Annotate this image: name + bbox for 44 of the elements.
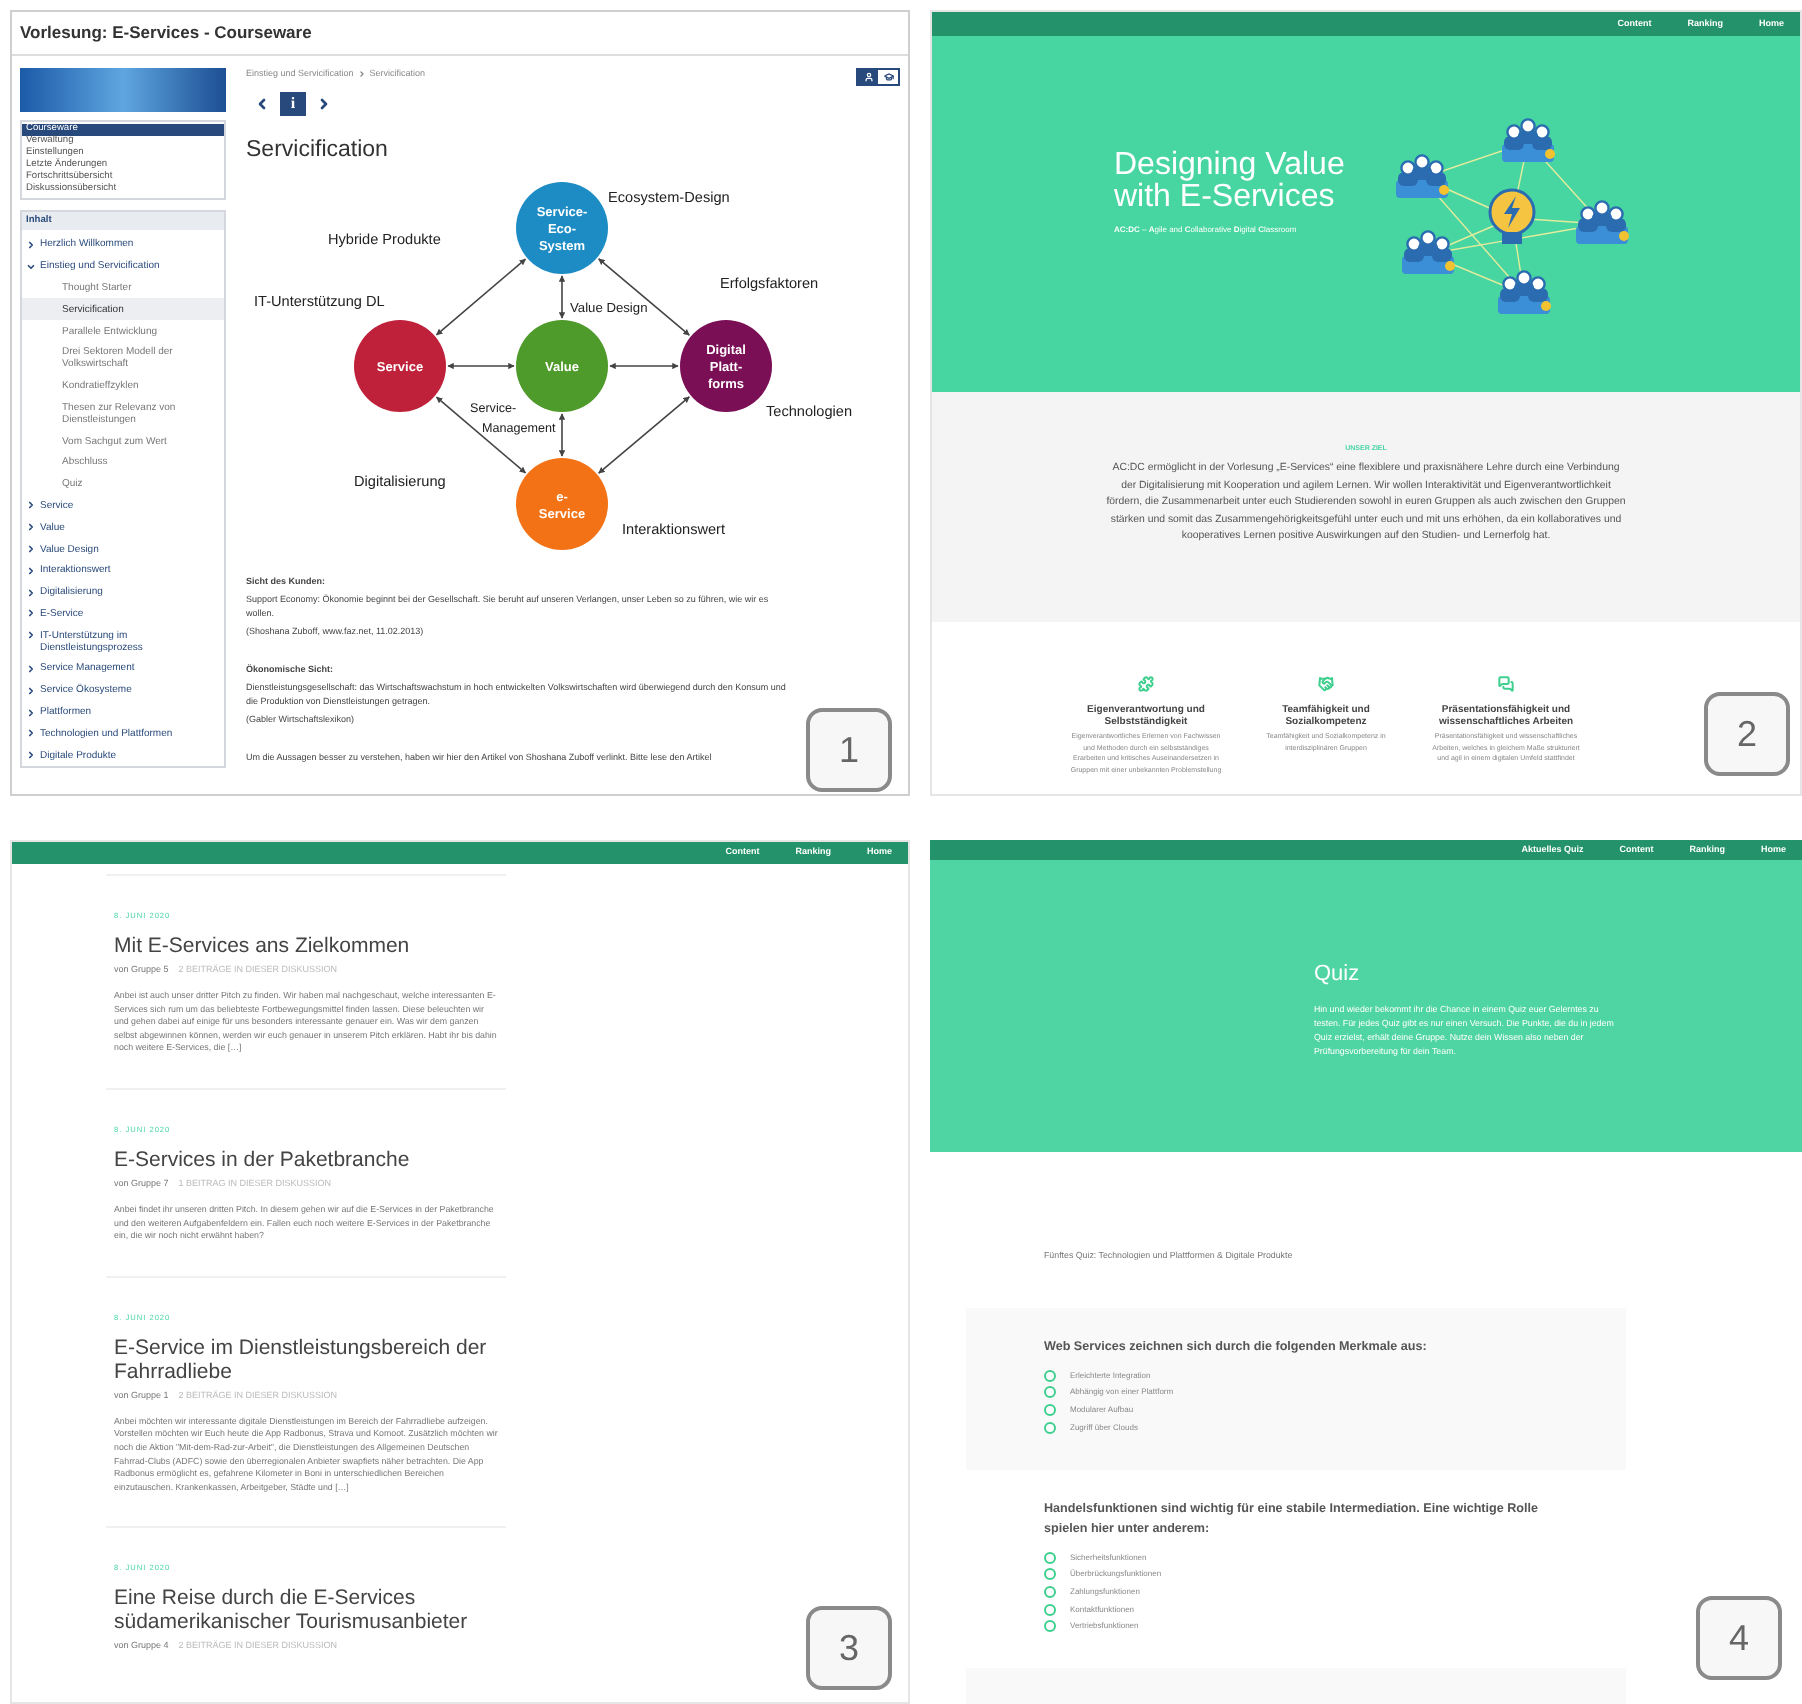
radio-button[interactable] [1044, 1551, 1056, 1564]
user-icon [863, 72, 873, 82]
chevron-right-icon [26, 239, 36, 250]
radio-button[interactable] [1044, 1421, 1056, 1434]
people-group-icon [1396, 154, 1449, 198]
page-heading: Servicification [246, 136, 390, 166]
chevron-down-icon [26, 261, 36, 272]
radio-button[interactable] [1044, 1369, 1056, 1382]
next-button[interactable] [316, 96, 332, 112]
post-title[interactable]: E-Service im Dienstleistungsbereich der Fahrradliebe [114, 1335, 498, 1384]
previous-button[interactable] [254, 96, 270, 112]
radio-button[interactable] [1044, 1403, 1056, 1416]
panel-number-badge: 2 [1704, 692, 1790, 776]
panel-number-badge: 4 [1696, 1596, 1782, 1680]
people-group-icon [1498, 270, 1551, 314]
chat-bubbles-icon [1498, 676, 1514, 692]
radio-button[interactable] [1044, 1586, 1056, 1599]
connector-arrow [609, 363, 679, 370]
post-title[interactable]: E-Services in der Paketbranche [114, 1147, 498, 1172]
radio-button[interactable] [1044, 1603, 1056, 1616]
connector-arrow [435, 258, 527, 337]
hero-title: Quiz [1314, 962, 1362, 986]
people-group-icon [1576, 200, 1629, 244]
connector-arrow [597, 396, 691, 475]
post-title[interactable]: Eine Reise durch die E-Services südamerikanischer Tourismusanbieter [114, 1586, 498, 1635]
info-button[interactable]: i [280, 92, 306, 116]
connector-arrow [558, 413, 566, 458]
chevron-right-icon [357, 70, 366, 79]
radio-button[interactable] [1044, 1568, 1056, 1581]
window-title: Vorlesung: E-Services - Courseware [12, 12, 908, 56]
hero-title: Designing Value with E-Services [1114, 150, 1347, 214]
connector-arrow [447, 363, 515, 370]
radio-button[interactable] [1044, 1620, 1056, 1633]
view-toggle-button[interactable] [878, 70, 898, 84]
view-toggle-button[interactable] [858, 70, 878, 84]
puzzle-icon [1138, 676, 1154, 692]
people-group-icon [1402, 230, 1455, 274]
radio-button[interactable] [1044, 1386, 1056, 1399]
handshake-icon [1318, 676, 1334, 692]
panel-number-badge: 1 [806, 708, 892, 792]
connector-arrow [558, 275, 566, 320]
people-group-icon [1502, 118, 1555, 162]
post-title[interactable]: Mit E-Services ans Zielkommen [114, 934, 498, 958]
panel-number-badge: 3 [806, 1606, 892, 1690]
